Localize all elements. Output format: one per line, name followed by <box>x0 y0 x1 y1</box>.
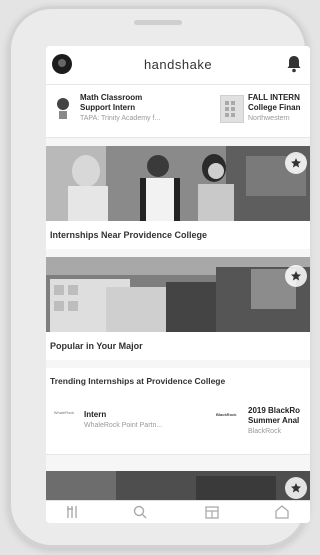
job-card-whalerock[interactable]: WhaleRock Intern WhaleRock Point Partn..… <box>50 400 215 440</box>
hero-image-internships-near[interactable] <box>46 146 310 221</box>
star-icon[interactable] <box>285 152 307 174</box>
phone-speaker <box>134 20 182 25</box>
employer-logo: BlackRock <box>216 412 237 417</box>
bottom-nav <box>46 500 310 523</box>
job-employer: TAPA: Trinity Academy f... <box>80 115 161 122</box>
employer-logo <box>220 95 244 123</box>
job-employer: WhaleRock Point Partn... <box>84 422 163 429</box>
job-card-math[interactable]: Math Classroom Support Intern TAPA: Trin… <box>52 91 202 131</box>
bell-icon[interactable] <box>286 55 302 73</box>
app-logo: handshake <box>143 57 213 72</box>
search-icon[interactable] <box>132 504 148 520</box>
events-icon[interactable] <box>204 504 220 520</box>
employer-logo <box>52 95 74 121</box>
star-icon[interactable] <box>285 265 307 287</box>
section-title-internships-near[interactable]: Internships Near Providence College <box>46 221 310 249</box>
top-jobs-row: Math Classroom Support Intern TAPA: Trin… <box>46 85 310 138</box>
star-icon[interactable] <box>285 477 307 499</box>
jobs-icon[interactable] <box>64 504 80 520</box>
profile-icon[interactable] <box>274 504 290 520</box>
job-employer: BlackRock <box>248 428 282 435</box>
trending-jobs-row: WhaleRock Intern WhaleRock Point Partn..… <box>46 394 310 455</box>
job-title: FALL INTERN College Finan <box>248 93 301 112</box>
job-card-blackrock[interactable]: BlackRock 2019 BlackRo Summer Anal Black… <box>216 400 310 440</box>
employer-logo: WhaleRock <box>53 410 75 415</box>
section-title-trending[interactable]: Trending Internships at Providence Colle… <box>46 368 310 394</box>
hero-image-popular-major[interactable] <box>46 257 310 332</box>
job-title: Math Classroom Support Intern <box>80 93 143 112</box>
app-header: handshake <box>46 46 310 85</box>
app-screen: handshake Math Classroom Support Intern … <box>46 46 310 523</box>
job-employer: Northwestern <box>248 115 290 122</box>
job-title: Intern <box>84 410 107 419</box>
section-title-popular-major[interactable]: Popular in Your Major <box>46 332 310 360</box>
job-title: 2019 BlackRo Summer Anal <box>248 406 301 425</box>
phone-frame: handshake Math Classroom Support Intern … <box>8 6 310 548</box>
job-card-fall-intern[interactable]: FALL INTERN College Finan Northwestern <box>220 91 310 131</box>
